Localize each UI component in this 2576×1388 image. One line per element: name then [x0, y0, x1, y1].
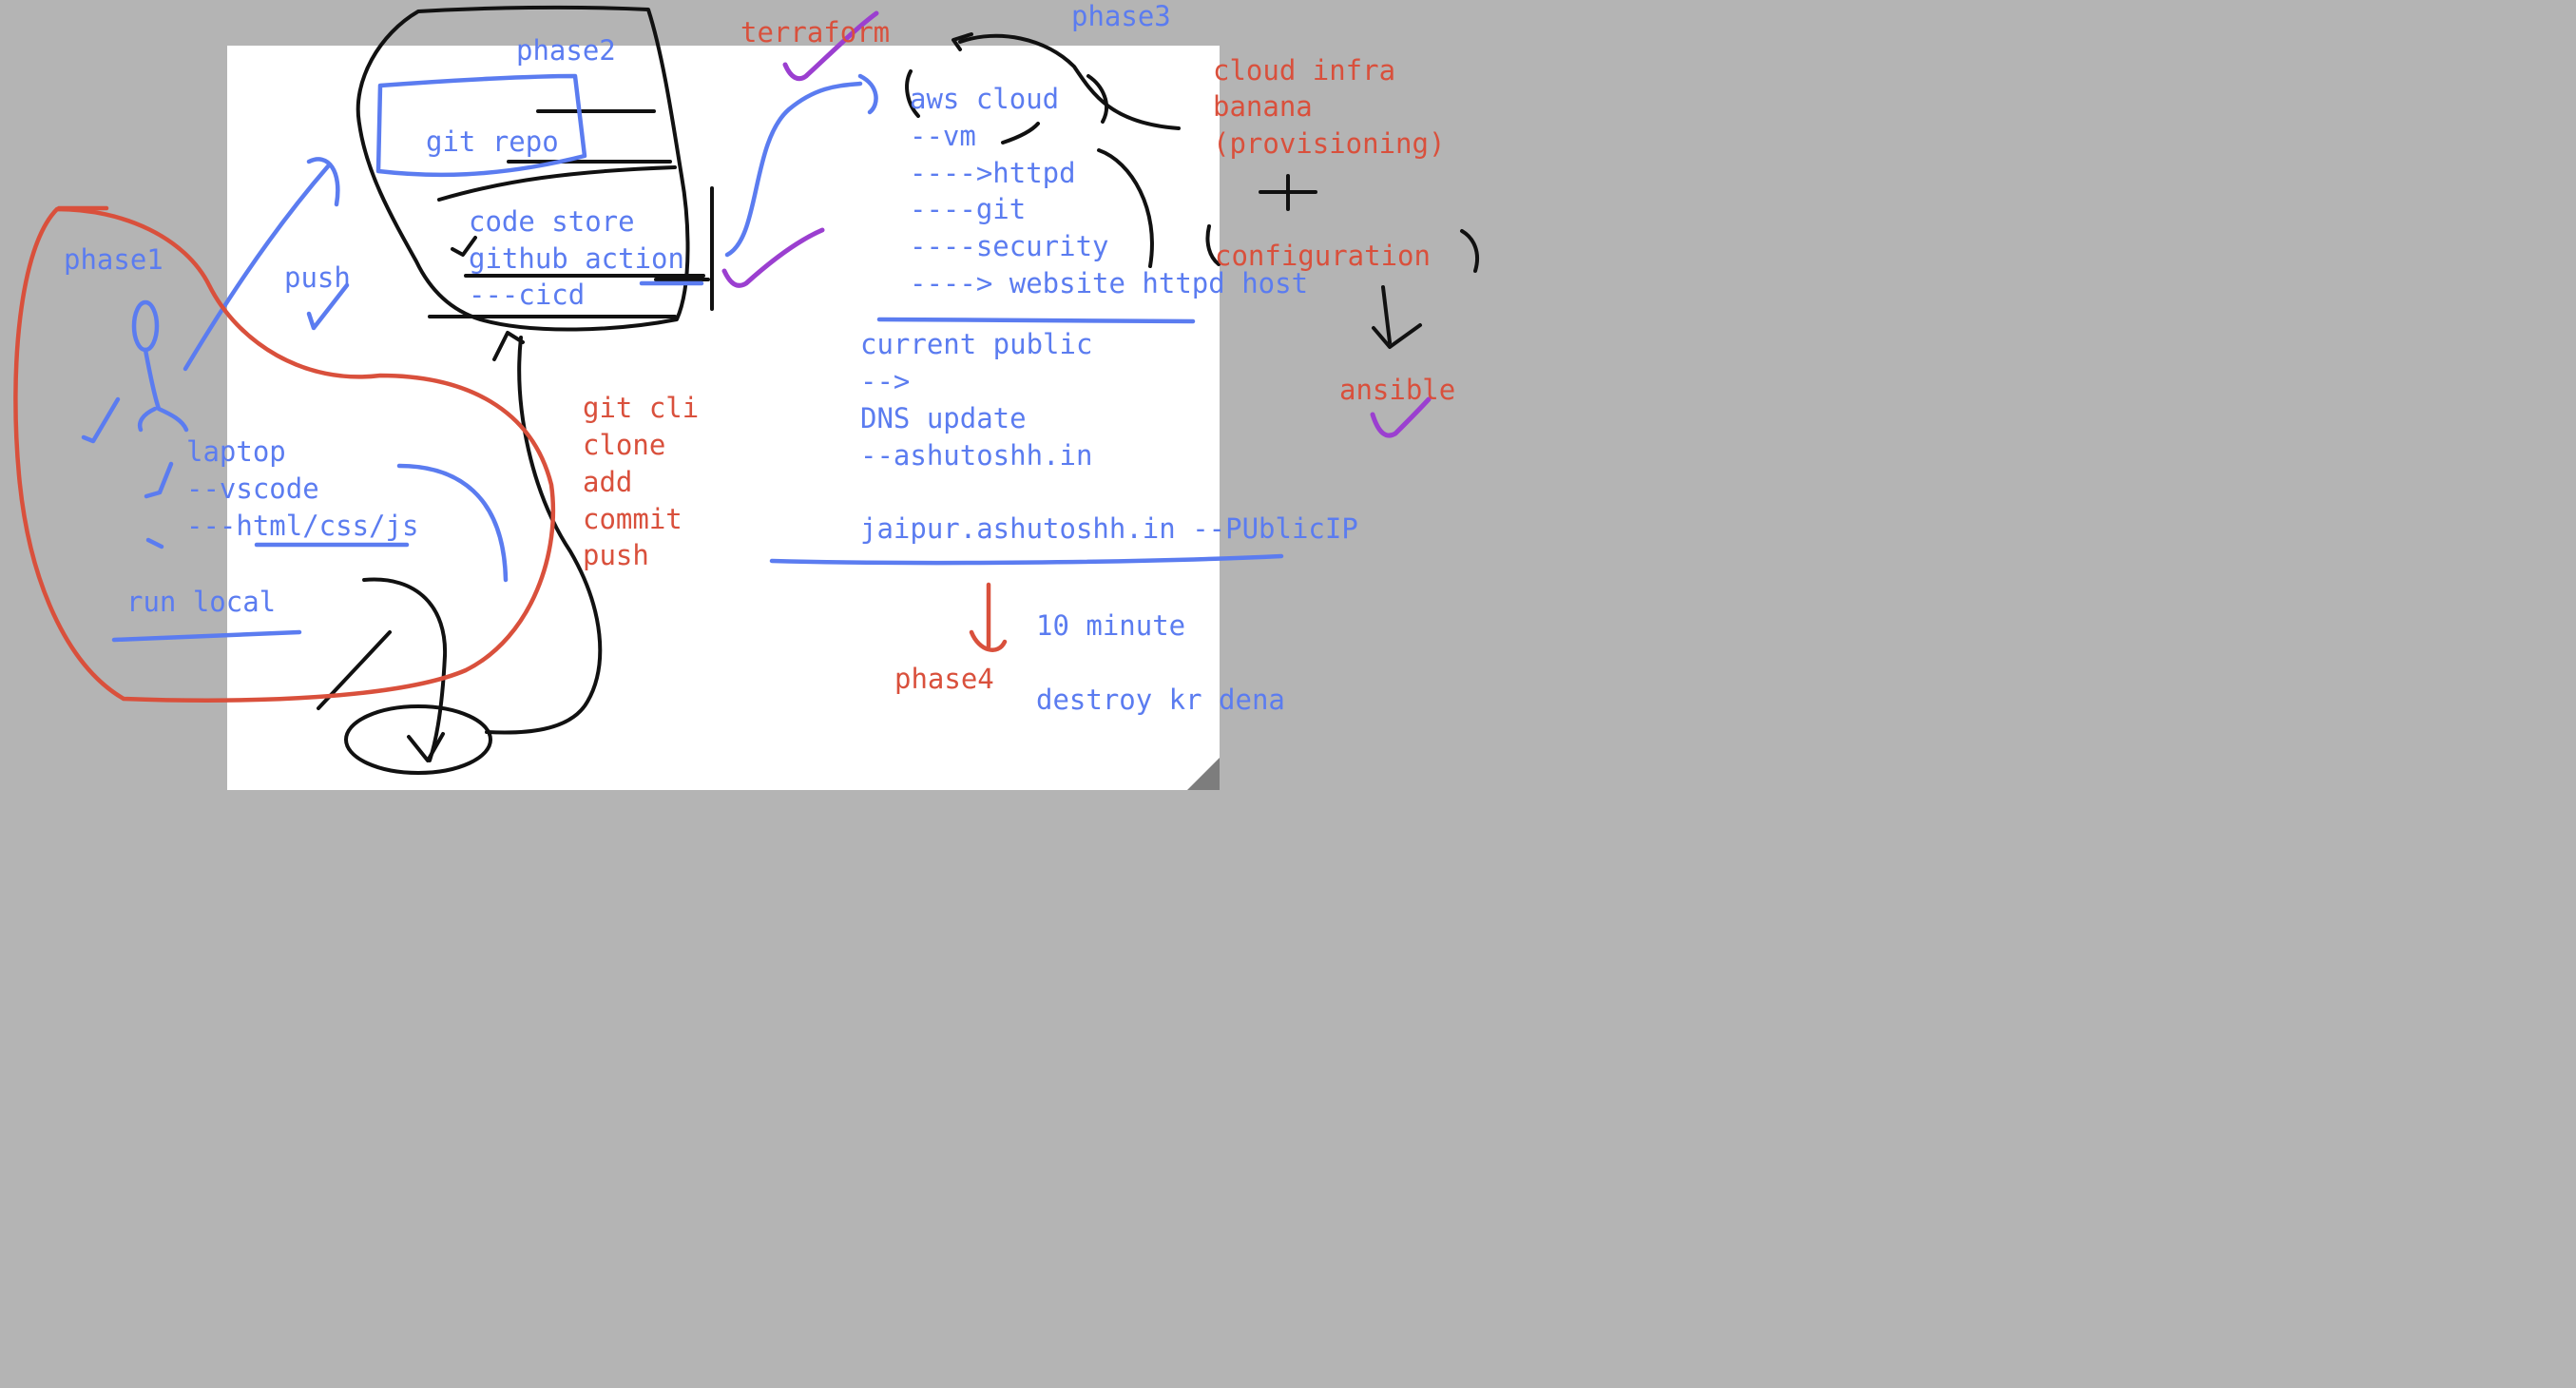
run-local-label: run local	[126, 586, 276, 618]
laptop-line-2: --vscode	[186, 472, 319, 505]
person-head	[131, 299, 160, 353]
infra-line-1: cloud infra	[1213, 54, 1395, 87]
repo-line-code-store: code store	[469, 205, 635, 238]
dns-line-3: DNS update	[860, 402, 1027, 434]
repo-line-github-action: github action	[469, 242, 684, 275]
phase1-label: phase1	[64, 243, 163, 276]
git-cli-line-1: git cli	[583, 392, 699, 424]
git-cli-line-2: clone	[583, 429, 665, 461]
person-tick-3	[145, 537, 164, 549]
dns-line-4: --ashutoshh.in	[860, 439, 1092, 472]
destroy-label: destroy kr dena	[1036, 684, 1285, 716]
push-label: push	[284, 261, 351, 294]
git-cli-line-5: push	[583, 539, 649, 571]
phase4-label: phase4	[894, 663, 994, 695]
terraform-label: terraform	[740, 16, 890, 48]
config-brace-right	[1460, 229, 1480, 273]
cloud-line-6: ----> website httpd host	[910, 267, 1308, 299]
public-ip-line: jaipur.ashutoshh.in --PUblicIP	[860, 512, 1358, 545]
laptop-line-1: laptop	[186, 435, 286, 468]
git-cli-line-4: commit	[583, 503, 682, 535]
ansible-arrow	[1372, 285, 1422, 349]
cloud-underline	[876, 317, 1196, 324]
infra-line-3: (provisioning)	[1213, 127, 1445, 160]
cloud-line-4: ----git	[910, 193, 1026, 225]
cloud-line-2: --vm	[910, 120, 976, 152]
ansible-label: ansible	[1339, 374, 1455, 406]
infra-line-2: banana	[1213, 90, 1313, 123]
person-tick-1	[81, 396, 121, 444]
whiteboard: phase1 phase2 phase3 phase4 terraform pu…	[13, 0, 1480, 790]
repo-line-cicd: ---cicd	[469, 279, 585, 311]
plus-sign	[1259, 174, 1317, 211]
cloud-line-1: aws cloud	[910, 83, 1059, 115]
configuration-label: configuration	[1215, 240, 1431, 272]
cloud-line-5: ----security	[910, 230, 1109, 262]
cloud-line-3: ---->httpd	[910, 157, 1076, 189]
ten-minute-label: 10 minute	[1036, 609, 1185, 642]
phase3-label: phase3	[1071, 0, 1171, 32]
dns-line-1: current public	[860, 328, 1092, 360]
person-body	[138, 347, 189, 433]
laptop-line-3: ---html/css/js	[186, 510, 418, 542]
dns-line-2: -->	[860, 365, 910, 397]
git-cli-line-3: add	[583, 466, 632, 498]
git-repo-label: git repo	[426, 125, 559, 158]
phase2-label: phase2	[516, 34, 616, 67]
person-tick-2	[144, 461, 174, 499]
